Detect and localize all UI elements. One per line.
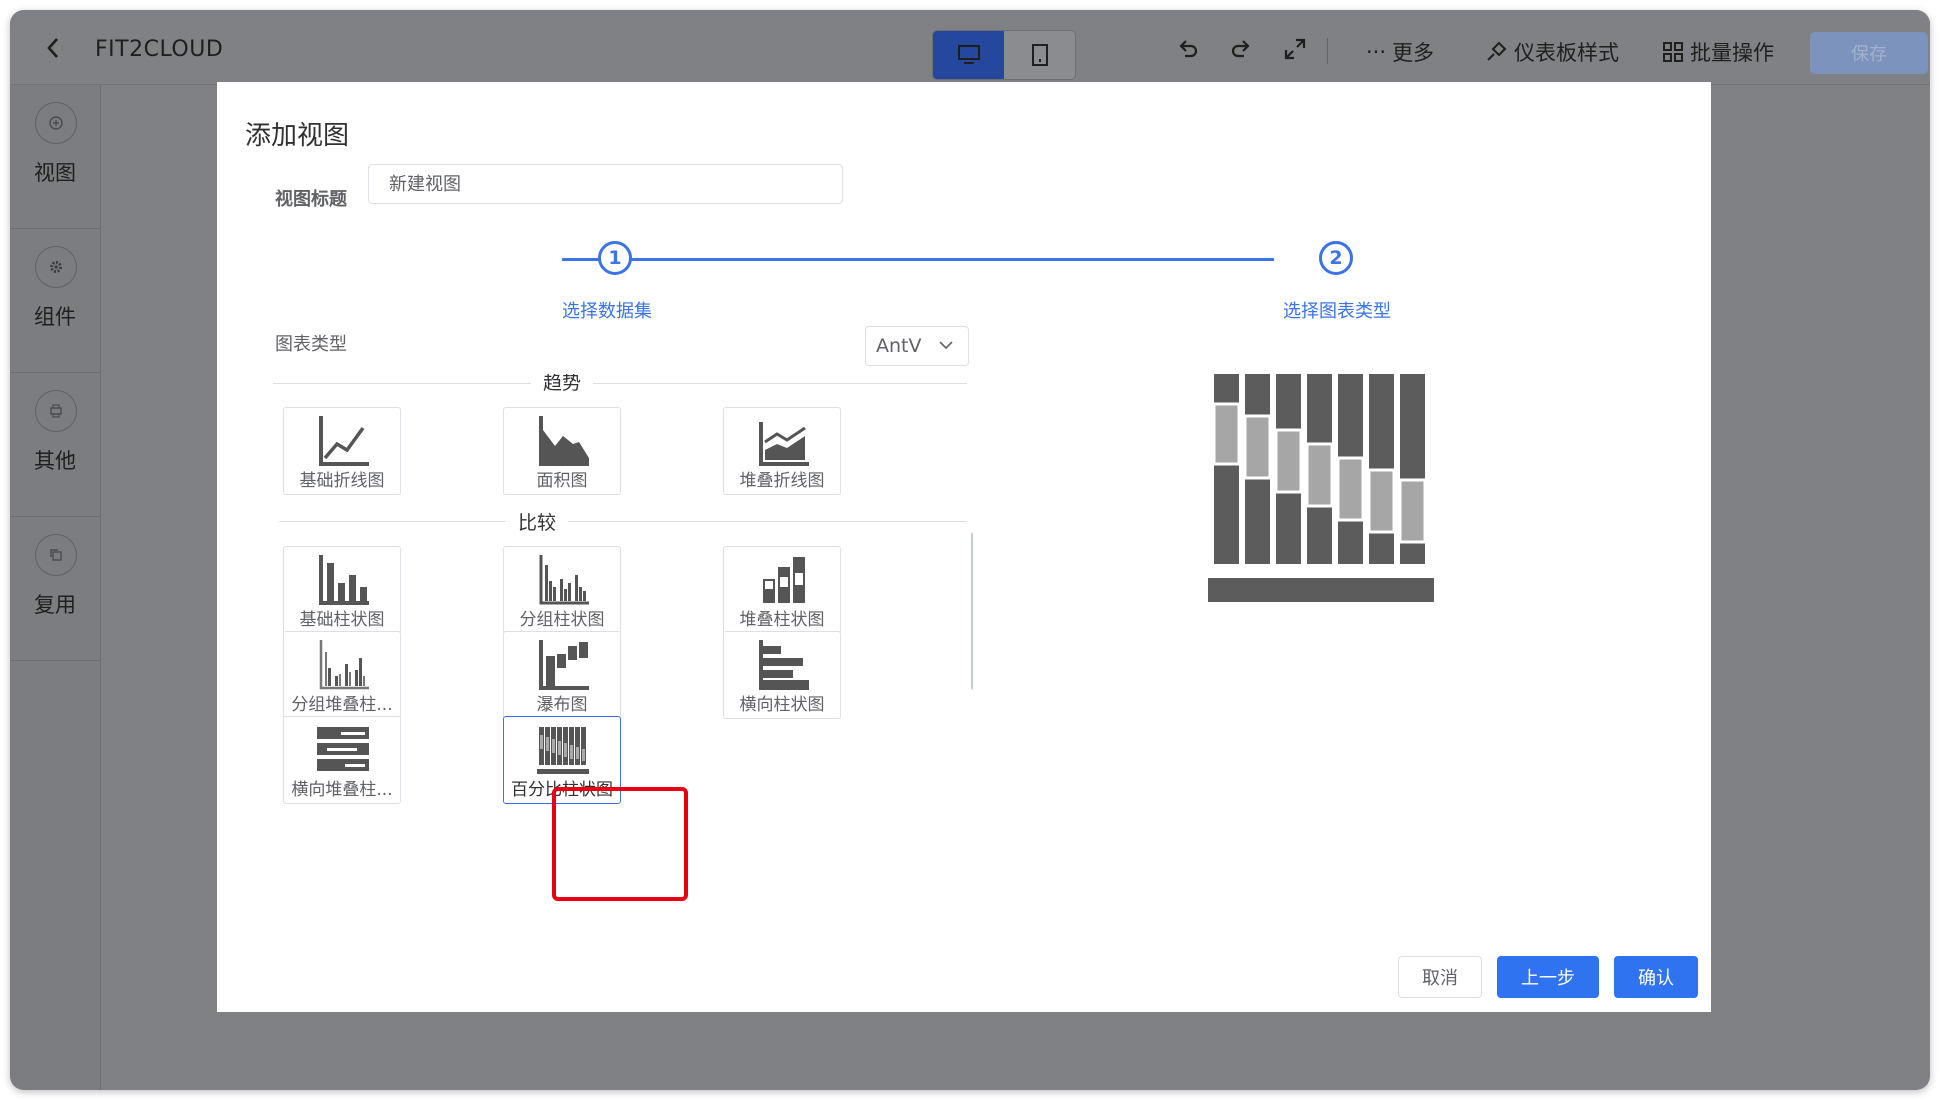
chart-tile-grouped-bar[interactable]: 分组柱状图: [503, 546, 621, 634]
chart-tile-label: 面积图: [536, 471, 588, 491]
gear-icon: [35, 246, 77, 288]
step-1-label: 选择数据集: [562, 301, 652, 322]
tablet-view-button[interactable]: [1004, 31, 1075, 79]
grouped-stacked-bar-chart-icon: [319, 640, 369, 690]
add-view-dialog: 添加视图 视图标题 新建视图 1 2 选择数据集 选择图表类型 图表类型 Ant…: [217, 82, 1711, 1012]
line-chart-icon: [319, 416, 369, 466]
grid-icon: [1663, 42, 1683, 62]
tablet-icon: [1031, 44, 1048, 66]
sidebar-item-view[interactable]: 视图: [10, 85, 100, 229]
stacked-line-chart-icon: [759, 422, 809, 466]
sidebar-item-label: 其他: [34, 449, 76, 473]
sidebar-item-reuse[interactable]: 复用: [10, 517, 100, 661]
horizontal-stacked-bar-chart-icon: [317, 727, 369, 771]
chart-tile-percent-bar[interactable]: 百分比柱状图: [503, 716, 621, 804]
group-title-compare: 比较: [506, 508, 569, 535]
stacked-bar-chart-icon: [763, 557, 805, 603]
confirm-button[interactable]: 确认: [1614, 956, 1698, 998]
step-2-label: 选择图表类型: [1283, 301, 1391, 322]
chart-tile-horizontal-stacked-bar[interactable]: 横向堆叠柱...: [283, 716, 401, 804]
back-icon[interactable]: [42, 36, 66, 60]
previous-step-button[interactable]: 上一步: [1497, 956, 1599, 998]
top-toolbar: FIT2CLOUD ··· 更多 仪表板样式 批量操作 保存: [10, 10, 1930, 85]
group-title-trend: 趋势: [531, 374, 594, 395]
chart-tile-bar[interactable]: 基础柱状图: [283, 546, 401, 634]
group-divider: [279, 521, 967, 522]
chart-tile-waterfall[interactable]: 瀑布图: [503, 631, 621, 719]
chart-tile-label: 分组柱状图: [519, 610, 605, 630]
percent-bar-chart-icon: [537, 727, 589, 774]
chart-tile-label: 横向柱状图: [739, 695, 825, 715]
toolbar-divider: [1327, 38, 1328, 64]
app-window: FIT2CLOUD ··· 更多 仪表板样式 批量操作 保存 视图 组件 其他 …: [10, 10, 1930, 1090]
chart-tile-stacked-bar[interactable]: 堆叠柱状图: [723, 546, 841, 634]
chart-tile-line[interactable]: 基础折线图: [283, 407, 401, 495]
chart-tile-label: 百分比柱状图: [511, 780, 613, 800]
step-2-circle: 2: [1319, 241, 1353, 275]
steps-connector: [562, 258, 1274, 261]
chart-tile-label: 基础折线图: [299, 471, 385, 491]
batch-operation-menu[interactable]: 批量操作: [1662, 37, 1774, 67]
chart-tile-grouped-stacked-bar[interactable]: 分组堆叠柱...: [283, 631, 401, 719]
chart-tile-label: 堆叠柱状图: [739, 610, 825, 630]
chart-engine-value: AntV: [876, 335, 922, 357]
more-menu[interactable]: ··· 更多: [1366, 37, 1434, 67]
batch-operation-label: 批量操作: [1690, 41, 1774, 65]
chart-tile-horizontal-bar[interactable]: 横向柱状图: [723, 631, 841, 719]
copy-icon: [35, 534, 77, 576]
brush-icon: [1487, 41, 1507, 61]
chart-tile-label: 堆叠折线图: [739, 471, 825, 491]
chart-tile-label: 基础柱状图: [299, 610, 385, 630]
grouped-bar-chart-icon: [539, 555, 589, 605]
horizontal-bar-chart-icon: [759, 640, 809, 690]
area-chart-icon: [539, 416, 589, 466]
dialog-title: 添加视图: [245, 121, 350, 151]
more-label: 更多: [1392, 41, 1435, 65]
more-icon: ···: [1366, 40, 1387, 64]
device-toggle: [932, 30, 1076, 80]
redo-icon[interactable]: [1228, 36, 1254, 62]
view-title-label: 视图标题: [275, 189, 347, 210]
sidebar-item-label: 视图: [34, 161, 76, 185]
sidebar-item-other[interactable]: 其他: [10, 373, 100, 517]
chart-list-scrollbar[interactable]: [971, 532, 973, 690]
desktop-icon: [957, 45, 980, 64]
left-sidebar: 视图 组件 其他 复用: [10, 85, 101, 1090]
cancel-button[interactable]: 取消: [1398, 956, 1482, 998]
step-1-circle: 1: [598, 241, 632, 275]
sidebar-item-component[interactable]: 组件: [10, 229, 100, 373]
percent-bar-preview-icon: [1208, 374, 1434, 602]
waterfall-chart-icon: [539, 640, 589, 690]
chevron-down-icon: [939, 341, 953, 350]
chart-tile-area[interactable]: 面积图: [503, 407, 621, 495]
print-icon: [35, 390, 77, 432]
chart-type-label: 图表类型: [275, 334, 347, 355]
app-title: FIT2CLOUD: [95, 37, 224, 62]
sidebar-item-label: 组件: [34, 305, 76, 329]
chart-tile-label: 横向堆叠柱...: [291, 780, 393, 800]
undo-icon[interactable]: [1175, 36, 1201, 62]
sidebar-item-label: 复用: [34, 593, 76, 617]
chart-tile-label: 分组堆叠柱...: [291, 695, 393, 715]
chart-tile-label: 瀑布图: [536, 695, 588, 715]
chart-engine-select[interactable]: AntV: [865, 326, 969, 366]
dashboard-style-label: 仪表板样式: [1514, 41, 1619, 65]
chart-tile-stacked-line[interactable]: 堆叠折线图: [723, 407, 841, 495]
view-title-input[interactable]: 新建视图: [368, 164, 843, 204]
chart-type-list: 趋势 基础折线图 面积图 堆叠折线图 比较 基础柱状图 分组柱状图 堆叠柱状图 …: [273, 374, 973, 974]
group-divider: [273, 383, 967, 384]
dashboard-style-menu[interactable]: 仪表板样式: [1484, 37, 1619, 67]
add-icon: [35, 102, 77, 144]
save-button[interactable]: 保存: [1810, 32, 1928, 74]
fullscreen-icon[interactable]: [1282, 36, 1308, 62]
desktop-view-button[interactable]: [933, 31, 1004, 79]
bar-chart-icon: [319, 555, 369, 605]
